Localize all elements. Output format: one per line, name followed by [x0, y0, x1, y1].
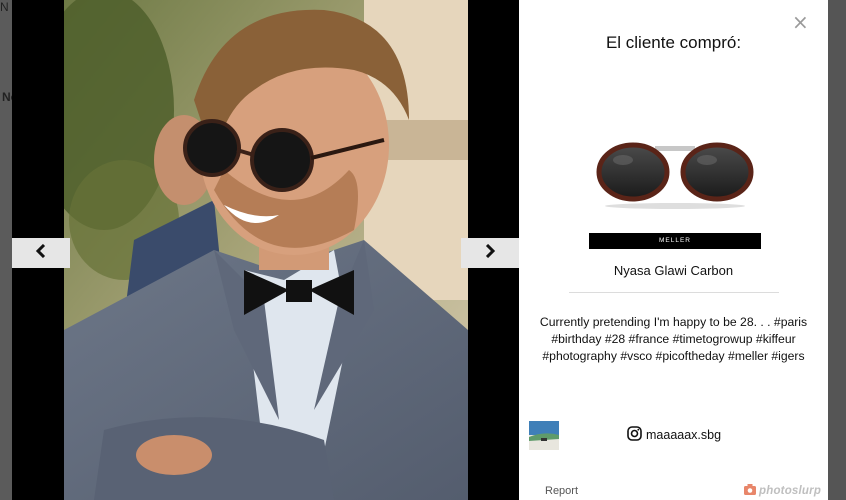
- caption-line: #photography #vsco #picoftheday #meller …: [542, 349, 805, 363]
- next-photo-button[interactable]: [461, 238, 519, 268]
- photo-caption: Currently pretending I'm happy to be 28.…: [535, 314, 812, 365]
- camera-icon: [744, 484, 756, 498]
- background-right-strip: [828, 0, 846, 500]
- product-name[interactable]: Nyasa Glawi Carbon: [519, 263, 828, 278]
- instagram-handle: maaaaax.sbg: [646, 428, 722, 442]
- instagram-icon: [627, 426, 642, 444]
- report-link[interactable]: Report: [545, 485, 578, 497]
- customer-photo: [64, 0, 468, 500]
- close-button[interactable]: ×: [792, 12, 809, 32]
- background-text-fragment: N: [0, 0, 9, 14]
- chevron-left-icon: [35, 243, 47, 263]
- instagram-handle-link[interactable]: maaaaax.sbg: [627, 426, 721, 444]
- photoslurp-brandmark[interactable]: photoslurp: [744, 484, 821, 498]
- panel-title: El cliente compró:: [605, 33, 742, 52]
- user-thumbnail[interactable]: [529, 421, 559, 450]
- purchase-info-panel: × El cliente compró: MELLER Nyasa Glawi …: [519, 0, 828, 500]
- previous-photo-button[interactable]: [12, 238, 70, 268]
- brandmark-text: photoslurp: [759, 485, 822, 497]
- caption-line: Currently pretending I'm happy to be 28.…: [539, 315, 808, 329]
- brand-logo-bar: MELLER: [589, 233, 761, 249]
- photo-viewer: [12, 0, 519, 500]
- chevron-right-icon: [484, 243, 496, 263]
- divider: [569, 292, 779, 293]
- product-image[interactable]: [593, 130, 757, 210]
- caption-line: #birthday #28 #france #timetogrowup #kif…: [551, 332, 796, 346]
